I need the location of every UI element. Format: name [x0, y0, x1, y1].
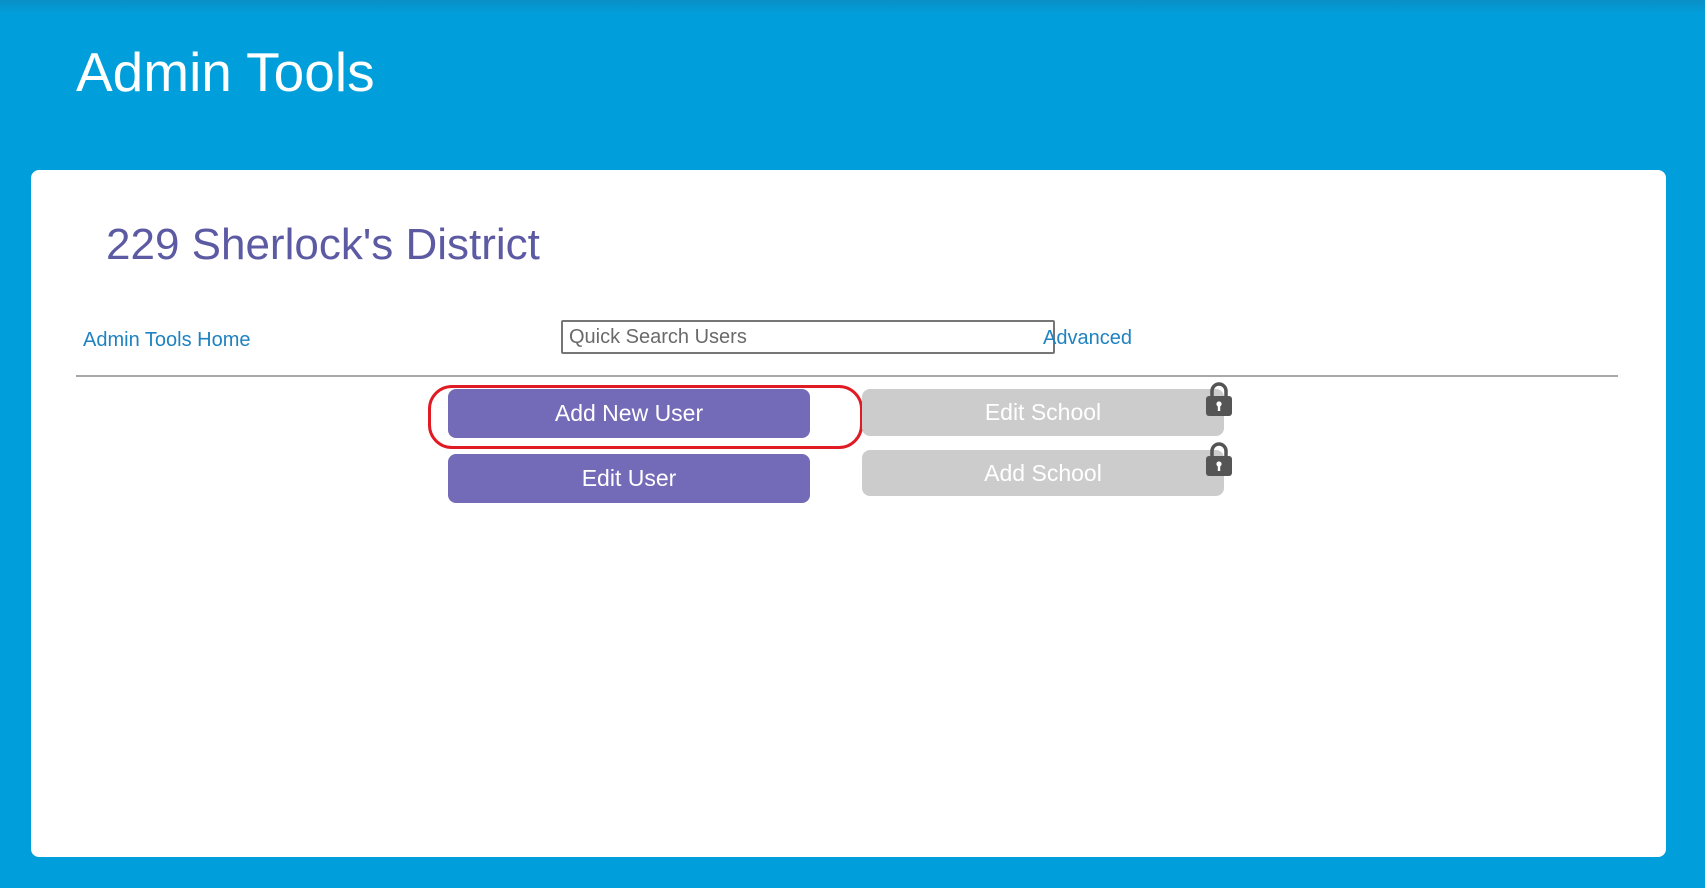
divider — [76, 375, 1618, 377]
edit-school-button[interactable]: Edit School — [862, 389, 1224, 436]
lock-icon — [1206, 442, 1232, 476]
edit-user-button[interactable]: Edit User — [448, 454, 810, 503]
lock-icon — [1206, 382, 1232, 416]
top-strip — [0, 0, 1705, 14]
app-title: Admin Tools — [76, 41, 375, 103]
district-title: 229 Sherlock's District — [106, 220, 540, 269]
advanced-search-link[interactable]: Advanced — [1043, 325, 1132, 351]
quick-search-input[interactable] — [561, 320, 1055, 354]
add-school-button[interactable]: Add School — [862, 450, 1224, 496]
add-new-user-button[interactable]: Add New User — [448, 389, 810, 438]
admin-tools-home-link[interactable]: Admin Tools Home — [83, 327, 250, 353]
main-panel: 229 Sherlock's District Admin Tools Home… — [31, 170, 1666, 857]
